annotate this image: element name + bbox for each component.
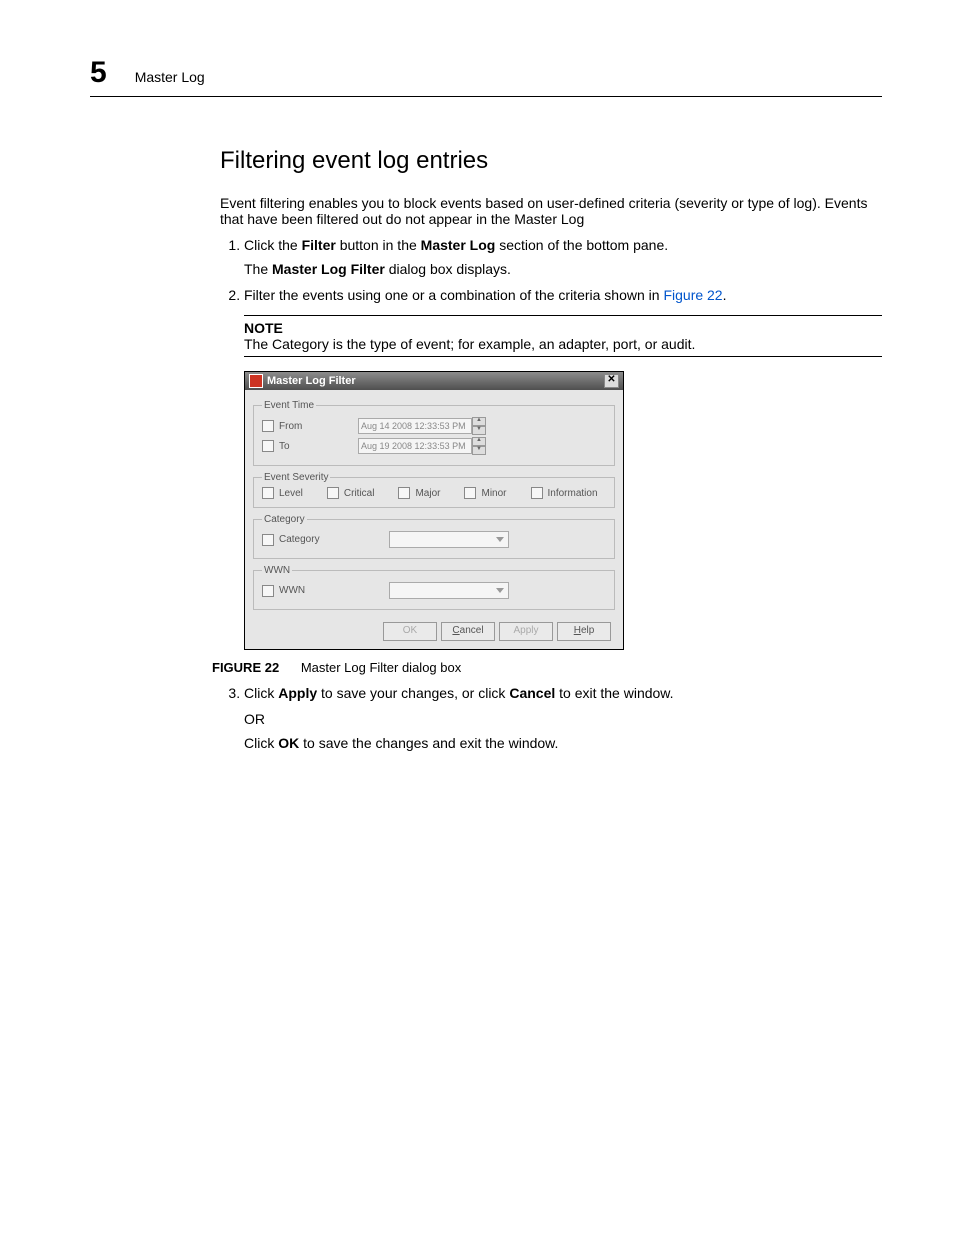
note-text: The Category is the type of event; for e…: [244, 336, 882, 352]
figure-22-link[interactable]: Figure 22: [663, 287, 722, 303]
section-title: Filtering event log entries: [220, 147, 882, 175]
wwn-label: WWN: [279, 585, 349, 596]
minor-label: Minor: [481, 488, 506, 499]
running-header: 5 Master Log: [90, 56, 882, 97]
intro-paragraph: Event filtering enables you to block eve…: [220, 195, 882, 227]
event-time-group: Event Time From Aug 14 2008 12:33:53 PM …: [253, 400, 615, 466]
to-label: To: [279, 441, 349, 452]
to-checkbox[interactable]: [262, 440, 274, 452]
page: 5 Master Log Filtering event log entries…: [0, 0, 954, 821]
to-spin-up[interactable]: ▲: [472, 437, 486, 446]
figure-caption: FIGURE 22 Master Log Filter dialog box: [212, 660, 882, 675]
dialog-titlebar: Master Log Filter ✕: [245, 372, 623, 390]
master-log-filter-dialog: Master Log Filter ✕ Event Time From Aug …: [244, 371, 624, 650]
wwn-legend: WWN: [262, 565, 292, 576]
wwn-group: WWN WWN: [253, 565, 615, 610]
level-checkbox[interactable]: [262, 487, 274, 499]
from-spin-down[interactable]: ▼: [472, 426, 486, 435]
critical-label: Critical: [344, 488, 375, 499]
steps-list: Click the Filter button in the Master Lo…: [220, 237, 882, 303]
dialog-title: Master Log Filter: [267, 375, 356, 387]
step-1-sub: The Master Log Filter dialog box display…: [244, 261, 882, 277]
chapter-number: 5: [90, 56, 107, 90]
category-group: Category Category: [253, 514, 615, 559]
figure-label: FIGURE 22: [212, 660, 279, 675]
to-spin-down[interactable]: ▼: [472, 446, 486, 455]
category-legend: Category: [262, 514, 307, 525]
major-checkbox[interactable]: [398, 487, 410, 499]
step-1: Click the Filter button in the Master Lo…: [244, 237, 882, 277]
category-combo[interactable]: [389, 531, 509, 548]
dialog-button-bar: OK Cancel Apply Help: [253, 616, 615, 641]
event-severity-group: Event Severity Level Critical Major Mino…: [253, 472, 615, 508]
ok-button[interactable]: OK: [383, 622, 437, 641]
step-2: Filter the events using one or a combina…: [244, 287, 882, 303]
from-label: From: [279, 421, 349, 432]
content: Filtering event log entries Event filter…: [220, 147, 882, 751]
from-spin-up[interactable]: ▲: [472, 417, 486, 426]
step-3-or: OR: [244, 711, 882, 727]
critical-checkbox[interactable]: [327, 487, 339, 499]
event-time-legend: Event Time: [262, 400, 316, 411]
close-button[interactable]: ✕: [604, 374, 619, 388]
step-3: Click Apply to save your changes, or cli…: [244, 685, 882, 751]
from-date-input[interactable]: Aug 14 2008 12:33:53 PM: [358, 418, 472, 434]
from-checkbox[interactable]: [262, 420, 274, 432]
information-label: Information: [548, 488, 598, 499]
minor-checkbox[interactable]: [464, 487, 476, 499]
help-button[interactable]: Help: [557, 622, 611, 641]
note-block: NOTE The Category is the type of event; …: [244, 315, 882, 357]
steps-list-cont: Click Apply to save your changes, or cli…: [220, 685, 882, 751]
step-3b: Click OK to save the changes and exit th…: [244, 735, 882, 751]
apply-button[interactable]: Apply: [499, 622, 553, 641]
cancel-button[interactable]: Cancel: [441, 622, 495, 641]
dialog-body: Event Time From Aug 14 2008 12:33:53 PM …: [245, 390, 623, 649]
wwn-checkbox[interactable]: [262, 585, 274, 597]
level-label: Level: [279, 488, 303, 499]
event-severity-legend: Event Severity: [262, 472, 330, 483]
category-label: Category: [279, 534, 349, 545]
information-checkbox[interactable]: [531, 487, 543, 499]
running-title: Master Log: [135, 69, 205, 85]
category-checkbox[interactable]: [262, 534, 274, 546]
note-label: NOTE: [244, 320, 882, 336]
wwn-combo[interactable]: [389, 582, 509, 599]
app-icon: [249, 374, 263, 388]
figure-text: Master Log Filter dialog box: [301, 660, 461, 675]
to-date-input[interactable]: Aug 19 2008 12:33:53 PM: [358, 438, 472, 454]
major-label: Major: [415, 488, 440, 499]
